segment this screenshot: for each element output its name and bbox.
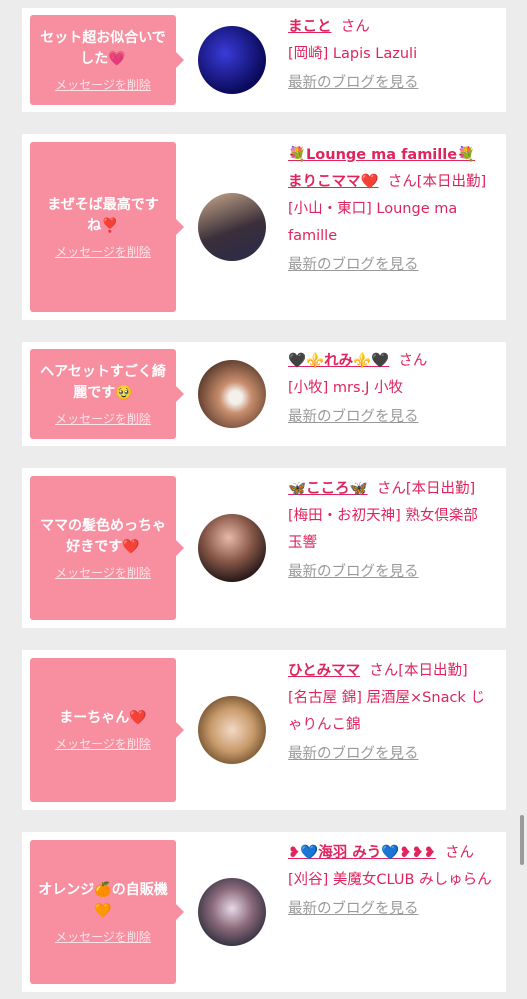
latest-blog-link[interactable]: 最新のブログを見る [288, 559, 493, 586]
honorific: さん [444, 845, 474, 861]
sender-info: 💐Lounge ma famille💐 まりこママ❤️ さん[本日出勤] [小山… [288, 142, 493, 279]
honorific: さん[本日出勤] [376, 481, 476, 497]
delete-message-link[interactable]: メッセージを削除 [55, 735, 151, 752]
sender-info: 🖤⚜️れみ⚜️🖤 さん [小牧] mrs.J 小牧 最新のブログを見る [288, 348, 493, 431]
message-text: ヘアセットすごく綺麗です🥹 [40, 363, 166, 401]
avatar[interactable] [198, 193, 266, 261]
message-text: オレンジ🍊の自販機🧡 [38, 881, 168, 919]
sender-info: ❥💙海羽 みう💙❥❥❥ さん [刈谷] 美魔女CLUB みしゅらん 最新のブログ… [288, 840, 493, 923]
message-card: セット超お似合いでした💗 メッセージを削除 まこと さん [岡崎] Lapis … [22, 8, 506, 112]
message-card: ヘアセットすごく綺麗です🥹 メッセージを削除 🖤⚜️れみ⚜️🖤 さん [小牧] … [22, 342, 506, 446]
scrollbar[interactable] [520, 815, 524, 865]
sender-info: ひとみママ さん[本日出勤] [名古屋 錦] 居酒屋×Snack じゃりんこ錦 … [288, 658, 493, 768]
sender-name-link[interactable]: 🖤⚜️れみ⚜️🖤 [288, 353, 389, 369]
delete-message-link[interactable]: メッセージを削除 [55, 410, 151, 427]
latest-blog-link[interactable]: 最新のブログを見る [288, 70, 493, 97]
sender-name-link[interactable]: ひとみママ [288, 663, 360, 679]
shop-name: [小山・東口] Lounge ma famille [288, 201, 458, 244]
sender-info: 🦋こころ🦋 さん[本日出勤] [梅田・お初天神] 熟女倶楽部 玉響 最新のブログ… [288, 476, 493, 586]
shop-name: [刈谷] 美魔女CLUB みしゅらん [288, 872, 492, 888]
honorific: さん [340, 19, 370, 35]
honorific: さん[本日出勤] [387, 174, 487, 190]
sender-name-link[interactable]: まこと [288, 19, 332, 35]
message-text: まぜそば最高ですね❣️ [47, 196, 159, 234]
message-bubble: ママの髪色めっちゃ好きです❤️ メッセージを削除 [30, 476, 184, 620]
avatar[interactable] [198, 696, 266, 764]
sender-name-link[interactable]: ❥💙海羽 みう💙❥❥❥ [288, 845, 436, 861]
message-text: ママの髪色めっちゃ好きです❤️ [40, 517, 166, 555]
avatar[interactable] [198, 360, 266, 428]
shop-name: [名古屋 錦] 居酒屋×Snack じゃりんこ錦 [288, 690, 485, 733]
delete-message-link[interactable]: メッセージを削除 [55, 243, 151, 260]
delete-message-link[interactable]: メッセージを削除 [55, 928, 151, 945]
delete-message-link[interactable]: メッセージを削除 [55, 564, 151, 581]
honorific: さん[本日出勤] [369, 663, 468, 679]
avatar[interactable] [198, 878, 266, 946]
shop-name: [小牧] mrs.J 小牧 [288, 380, 404, 396]
message-text: まーちゃん❤️ [59, 710, 147, 726]
message-bubble: オレンジ🍊の自販機🧡 メッセージを削除 [30, 840, 184, 984]
latest-blog-link[interactable]: 最新のブログを見る [288, 404, 493, 431]
delete-message-link[interactable]: メッセージを削除 [55, 76, 151, 93]
sender-info: まこと さん [岡崎] Lapis Lazuli 最新のブログを見る [288, 14, 493, 97]
honorific: さん [398, 353, 428, 369]
latest-blog-link[interactable]: 最新のブログを見る [288, 896, 493, 923]
avatar[interactable] [198, 514, 266, 582]
message-card: ママの髪色めっちゃ好きです❤️ メッセージを削除 🦋こころ🦋 さん[本日出勤] … [22, 468, 506, 628]
message-text: セット超お似合いでした💗 [40, 29, 166, 67]
message-bubble: ヘアセットすごく綺麗です🥹 メッセージを削除 [30, 349, 184, 439]
message-card: オレンジ🍊の自販機🧡 メッセージを削除 ❥💙海羽 みう💙❥❥❥ さん [刈谷] … [22, 832, 506, 992]
message-bubble: まーちゃん❤️ メッセージを削除 [30, 658, 184, 802]
sender-name-link[interactable]: まりこママ❤️ [288, 174, 379, 190]
message-card: まぜそば最高ですね❣️ メッセージを削除 💐Lounge ma famille💐… [22, 134, 506, 320]
sender-name-link[interactable]: 🦋こころ🦋 [288, 481, 368, 497]
shop-name: [岡崎] Lapis Lazuli [288, 46, 418, 62]
message-card: まーちゃん❤️ メッセージを削除 ひとみママ さん[本日出勤] [名古屋 錦] … [22, 650, 506, 810]
shop-name: [梅田・お初天神] 熟女倶楽部 玉響 [288, 508, 478, 551]
latest-blog-link[interactable]: 最新のブログを見る [288, 741, 493, 768]
message-bubble: まぜそば最高ですね❣️ メッセージを削除 [30, 142, 184, 312]
message-bubble: セット超お似合いでした💗 メッセージを削除 [30, 15, 184, 105]
latest-blog-link[interactable]: 最新のブログを見る [288, 252, 493, 279]
avatar[interactable] [198, 26, 266, 94]
shop-name-link[interactable]: 💐Lounge ma famille💐 [288, 142, 493, 169]
